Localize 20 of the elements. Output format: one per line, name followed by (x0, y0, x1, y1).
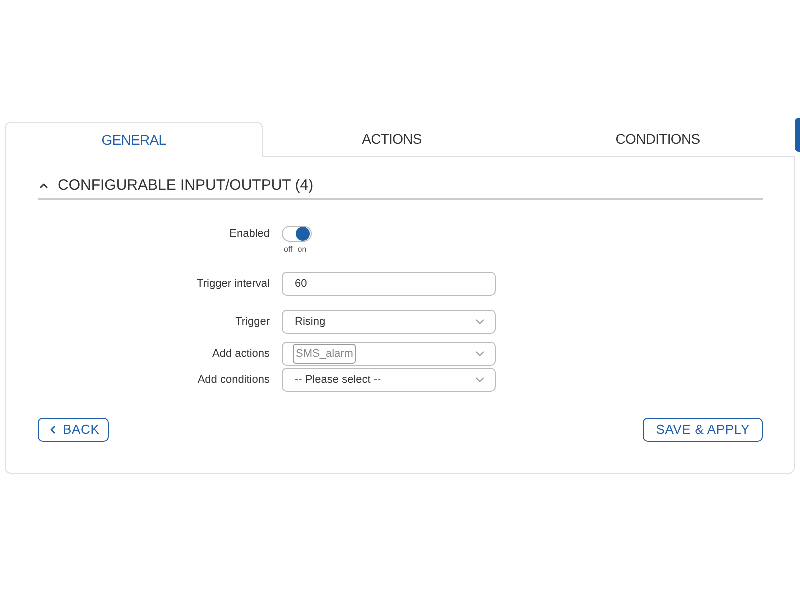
field-label: Trigger (234, 314, 271, 330)
field-label: Add actions (212, 346, 271, 362)
tag-chip[interactable]: SMS_alarm (293, 344, 356, 364)
enabled-toggle[interactable] (282, 226, 312, 242)
field-label: Add conditions (196, 372, 271, 388)
tab[interactable]: CONDITIONS (521, 122, 795, 157)
field-label: Trigger interval (196, 276, 271, 292)
side-tab[interactable] (795, 118, 800, 152)
select-field[interactable]: -- Please select -- (282, 368, 496, 392)
save-apply-button[interactable]: SAVE & APPLY (643, 418, 763, 442)
section-header[interactable]: CONFIGURABLE INPUT/OUTPUT (4) (38, 174, 763, 200)
field-label: Enabled (228, 227, 271, 242)
trigger-interval-field[interactable]: 60 (282, 272, 496, 296)
tab[interactable]: ACTIONS (263, 122, 521, 157)
off-label: off (284, 244, 293, 256)
tab[interactable]: GENERAL (5, 122, 263, 157)
select-field[interactable]: Rising (282, 310, 496, 334)
on-label: on (298, 244, 307, 256)
multi-select-field[interactable]: SMS_alarm (282, 342, 496, 366)
back-button[interactable]: BACK (38, 418, 109, 442)
